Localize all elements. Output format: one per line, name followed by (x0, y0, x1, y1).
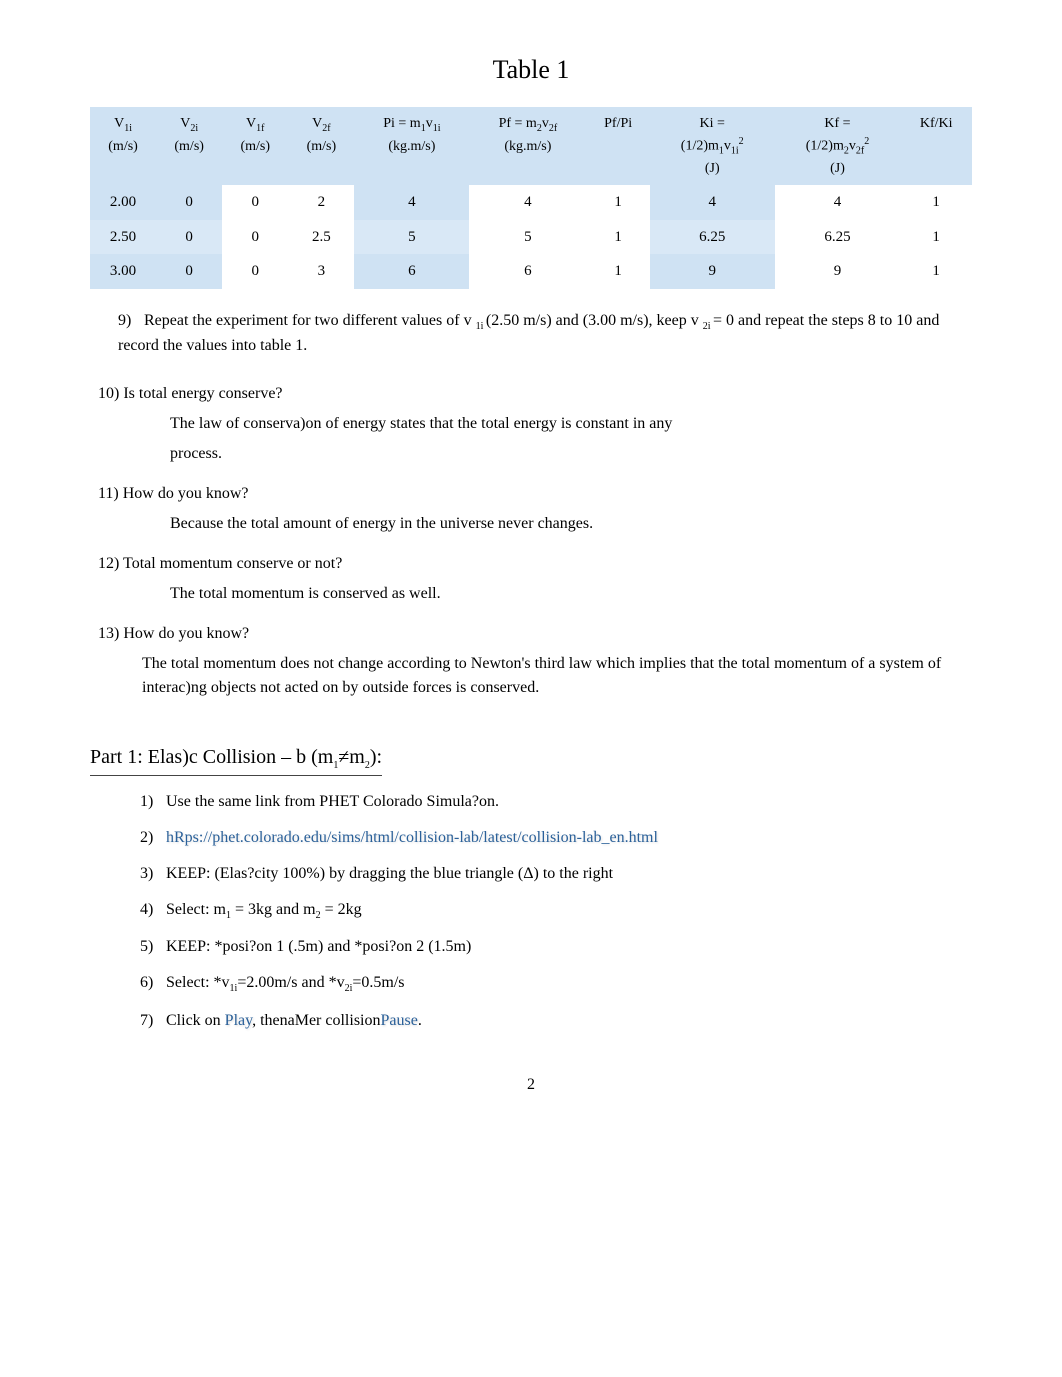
cell: 6 (354, 254, 469, 289)
item-number: 5) (140, 935, 166, 959)
answer-text: The total momentum does not change accor… (98, 652, 972, 700)
col-pf: Pf = m2v2f(kg.m/s) (469, 107, 586, 185)
col-v2f: V2f(m/s) (288, 107, 354, 185)
cell: 0 (156, 220, 222, 255)
item-number: 2) (140, 826, 166, 850)
cell: 0 (222, 220, 288, 255)
step-2: 2)hRps://phet.colorado.edu/sims/html/col… (140, 826, 972, 850)
item-number: 13) (98, 625, 119, 642)
question-10: 10) Is total energy conserve? The law of… (98, 382, 972, 466)
cell: 6.25 (650, 220, 775, 255)
page-number: 2 (90, 1073, 972, 1097)
col-pi: Pi = m1v1i(kg.m/s) (354, 107, 469, 185)
col-kf: Kf =(1/2)m2v2f2(J) (775, 107, 901, 185)
item-number: 10) (98, 385, 119, 402)
cell: 3.00 (90, 254, 156, 289)
answer-text: The law of conserva)on of energy states … (98, 412, 878, 436)
question-11: 11) How do you know? Because the total a… (98, 482, 972, 536)
cell: 4 (775, 185, 901, 220)
step-list: 1)Use the same link from PHET Colorado S… (90, 790, 972, 1032)
step-1: 1)Use the same link from PHET Colorado S… (140, 790, 972, 814)
answer-text: Because the total amount of energy in th… (98, 512, 878, 536)
cell: 1 (586, 220, 649, 255)
step-4: 4)Select: m1 = 3kg and m2 = 2kg (140, 898, 972, 923)
cell: 6 (469, 254, 586, 289)
question-text: Repeat the experiment for two different … (118, 312, 939, 354)
item-number: 1) (140, 790, 166, 814)
col-v1f: V1f(m/s) (222, 107, 288, 185)
cell: 4 (650, 185, 775, 220)
data-table: V1i(m/s) V2i(m/s) V1f(m/s) V2f(m/s) Pi =… (90, 107, 972, 289)
cell: 1 (900, 254, 972, 289)
answer-text: process. (98, 442, 878, 466)
question-13: 13) How do you know? The total momentum … (98, 622, 972, 700)
cell: 2.50 (90, 220, 156, 255)
question-text: Total momentum conserve or not? (119, 555, 342, 572)
item-number: 9) (118, 309, 144, 333)
question-text: How do you know? (119, 625, 249, 642)
cell: 1 (900, 185, 972, 220)
cell: 9 (650, 254, 775, 289)
step-6: 6)Select: *v1i=2.00m/s and *v2i=0.5m/s (140, 971, 972, 996)
step-3: 3)KEEP: (Elas?city 100%) by dragging the… (140, 862, 972, 886)
step-5: 5)KEEP: *posi?on 1 (.5m) and *posi?on 2 … (140, 935, 972, 959)
item-number: 11) (98, 485, 119, 502)
question-12: 12) Total momentum conserve or not? The … (98, 552, 972, 606)
link-text[interactable]: hRps://phet.colorado.edu/sims/html/colli… (166, 829, 658, 846)
question-text: How do you know? (119, 485, 249, 502)
col-pfpi: Pf/Pi (586, 107, 649, 185)
cell: 1 (586, 254, 649, 289)
item-number: 12) (98, 555, 119, 572)
step-text: KEEP: *posi?on 1 (.5m) and *posi?on 2 (1… (166, 938, 471, 955)
col-ki: Ki =(1/2)m1v1i2(J) (650, 107, 775, 185)
step-text: Select: m1 = 3kg and m2 = 2kg (166, 901, 362, 918)
cell: 3 (288, 254, 354, 289)
cell: 2.5 (288, 220, 354, 255)
cell: 0 (156, 185, 222, 220)
part-heading: Part 1: Elas)c Collision – b (m1≠m2): (90, 724, 972, 790)
table-header-row: V1i(m/s) V2i(m/s) V1f(m/s) V2f(m/s) Pi =… (90, 107, 972, 185)
cell: 9 (775, 254, 901, 289)
cell: 2 (288, 185, 354, 220)
item-number: 3) (140, 862, 166, 886)
step-text: Use the same link from PHET Colorado Sim… (166, 793, 499, 810)
cell: 2.00 (90, 185, 156, 220)
cell: 1 (900, 220, 972, 255)
step-text: KEEP: (Elas?city 100%) by dragging the b… (166, 865, 613, 882)
item-number: 7) (140, 1009, 166, 1033)
table-title: Table 1 (90, 50, 972, 89)
item-number: 4) (140, 898, 166, 922)
question-text: Is total energy conserve? (119, 385, 282, 402)
table-row: 2.50 0 0 2.5 5 5 1 6.25 6.25 1 (90, 220, 972, 255)
step-text: Select: *v1i=2.00m/s and *v2i=0.5m/s (166, 974, 405, 991)
cell: 5 (469, 220, 586, 255)
cell: 5 (354, 220, 469, 255)
answer-text: The total momentum is conserved as well. (98, 582, 878, 606)
table-row: 3.00 0 0 3 6 6 1 9 9 1 (90, 254, 972, 289)
col-kfki: Kf/Ki (900, 107, 972, 185)
col-v1i: V1i(m/s) (90, 107, 156, 185)
cell: 0 (222, 254, 288, 289)
col-v2i: V2i(m/s) (156, 107, 222, 185)
question-9: 9)Repeat the experiment for two differen… (118, 309, 972, 358)
item-number: 6) (140, 971, 166, 995)
cell: 4 (354, 185, 469, 220)
cell: 4 (469, 185, 586, 220)
step-text: Click on Play, thenaMer collisionPause. (166, 1012, 422, 1029)
cell: 0 (222, 185, 288, 220)
cell: 6.25 (775, 220, 901, 255)
step-7: 7)Click on Play, thenaMer collisionPause… (140, 1009, 972, 1033)
cell: 1 (586, 185, 649, 220)
question-list: 9)Repeat the experiment for two differen… (90, 309, 972, 358)
cell: 0 (156, 254, 222, 289)
question-list-2: 10) Is total energy conserve? The law of… (90, 382, 972, 700)
table-row: 2.00 0 0 2 4 4 1 4 4 1 (90, 185, 972, 220)
